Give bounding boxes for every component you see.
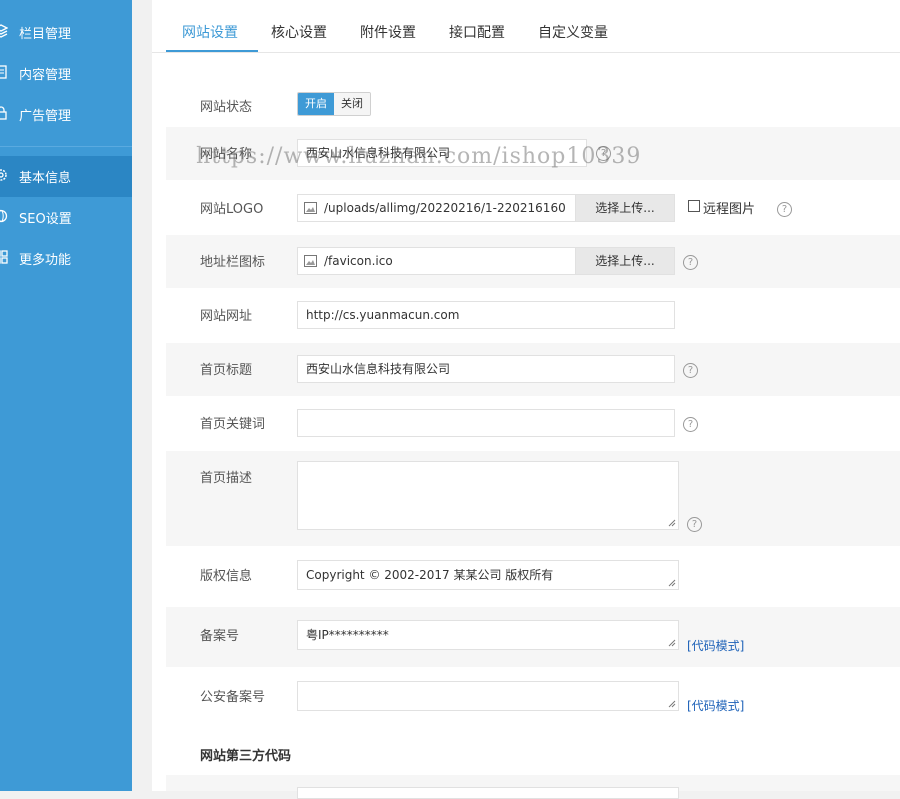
tab-active-indicator [166,50,258,52]
row-home-title: 首页标题 西安山水信息科技有限公司 ? [166,343,900,396]
sidebar-item-seo[interactable]: SEO设置 [0,197,132,238]
favicon-label: 地址栏图标 [200,255,266,270]
resize-grip-icon[interactable] [668,519,676,527]
lock-icon [0,106,7,120]
row-icp: 备案号 粤IP********** [代码模式] [166,607,900,667]
sidebar: 栏目管理 内容管理 广告管理 基本信息 SEO设置 更多功能 [0,0,132,791]
main-panel: 网站设置 核心设置 附件设置 接口配置 自定义变量 网站状态 开启 关闭 网站名… [152,0,900,799]
logo-upload-field[interactable]: /uploads/allimg/20220216/1-220216160 选择上… [297,194,675,222]
sidebar-item-label: SEO设置 [19,212,72,227]
row-third-party-heading: 网站第三方代码 [166,728,900,774]
home-keywords-input[interactable] [297,409,675,437]
logo-upload-button[interactable]: 选择上传... [575,195,674,221]
police-record-textarea[interactable] [297,681,679,711]
help-icon[interactable]: ? [683,255,698,270]
globe-icon [0,209,8,223]
police-code-mode-link[interactable]: [代码模式] [687,697,744,714]
tab-api-config[interactable]: 接口配置 [449,22,505,42]
site-url-label: 网站网址 [200,309,253,324]
row-favicon: 地址栏图标 /favicon.ico 选择上传... ? [166,235,900,288]
sidebar-item-label: 广告管理 [19,109,72,124]
sidebar-item-label: 栏目管理 [19,27,72,42]
help-icon[interactable]: ? [596,146,611,161]
icp-textarea[interactable]: 粤IP********** [297,620,679,650]
remote-image-label: 远程图片 [703,202,756,217]
toggle-off-option[interactable]: 关闭 [334,93,370,115]
remote-image-checkbox[interactable] [688,200,700,212]
site-logo-label: 网站LOGO [200,202,264,217]
sidebar-item-basic-info[interactable]: 基本信息 [0,156,132,197]
resize-grip-icon[interactable] [668,700,676,708]
site-status-toggle[interactable]: 开启 关闭 [297,92,371,116]
row-third-party-field [166,775,900,799]
icp-code-mode-link[interactable]: [代码模式] [687,637,744,654]
row-site-name: 网站名称 西安山水信息科技有限公司 ? [166,127,900,180]
row-police-record: 公安备案号 [代码模式] [166,668,900,727]
sidebar-divider [0,146,132,147]
layers-icon [0,24,8,38]
resize-grip-icon[interactable] [668,639,676,647]
police-record-label: 公安备案号 [200,690,266,705]
tab-attachment-settings[interactable]: 附件设置 [360,22,416,42]
row-home-description: 首页描述 ? [166,451,900,546]
copyright-textarea[interactable]: Copyright © 2002-2017 某某公司 版权所有 [297,560,679,590]
tab-core-settings[interactable]: 核心设置 [271,22,327,42]
help-icon[interactable]: ? [687,517,702,532]
favicon-path-value: /favicon.ico [324,254,393,268]
tab-site-settings[interactable]: 网站设置 [182,22,238,42]
home-title-label: 首页标题 [200,363,253,378]
sidebar-item-label: 基本信息 [19,171,72,186]
row-copyright: 版权信息 Copyright © 2002-2017 某某公司 版权所有 [166,547,900,606]
image-icon [304,202,317,214]
icp-label: 备案号 [200,629,240,644]
document-icon [0,65,7,79]
row-site-url: 网站网址 http://cs.yuanmacun.com [166,289,900,342]
sidebar-item-more[interactable]: 更多功能 [0,238,132,279]
copyright-label: 版权信息 [200,569,253,584]
grid-icon [0,250,8,264]
home-keywords-label: 首页关键词 [200,417,266,432]
tab-custom-variables[interactable]: 自定义变量 [538,22,608,42]
gear-icon [0,169,7,181]
image-icon [304,255,317,267]
tab-bar: 网站设置 核心设置 附件设置 接口配置 自定义变量 [152,0,900,53]
home-description-label: 首页描述 [200,471,253,486]
row-home-keywords: 首页关键词 ? [166,397,900,450]
sidebar-item-label: 更多功能 [19,253,72,268]
site-url-input[interactable]: http://cs.yuanmacun.com [297,301,675,329]
logo-path-value: /uploads/allimg/20220216/1-220216160 [324,201,566,215]
row-site-status: 网站状态 开启 关闭 [166,74,900,126]
copyright-value: Copyright © 2002-2017 某某公司 版权所有 [306,568,554,582]
site-status-label: 网站状态 [200,100,253,115]
sidebar-item-label: 内容管理 [19,68,72,83]
sidebar-item-content[interactable]: 内容管理 [0,53,132,94]
favicon-upload-field[interactable]: /favicon.ico 选择上传... [297,247,675,275]
third-party-code-textarea[interactable] [297,787,679,799]
help-icon[interactable]: ? [683,417,698,432]
help-icon[interactable]: ? [777,202,792,217]
sidebar-item-columns[interactable]: 栏目管理 [0,12,132,53]
toggle-on-option[interactable]: 开启 [298,93,334,115]
resize-grip-icon[interactable] [668,579,676,587]
row-site-logo: 网站LOGO /uploads/allimg/20220216/1-220216… [166,181,900,234]
third-party-code-heading: 网站第三方代码 [200,749,292,764]
home-description-textarea[interactable] [297,461,679,530]
favicon-upload-button[interactable]: 选择上传... [575,248,674,274]
icp-value: 粤IP********** [306,628,389,642]
site-name-input[interactable]: 西安山水信息科技有限公司 [297,139,587,167]
site-name-label: 网站名称 [200,147,253,162]
help-icon[interactable]: ? [683,363,698,378]
home-title-input[interactable]: 西安山水信息科技有限公司 [297,355,675,383]
sidebar-item-ads[interactable]: 广告管理 [0,94,132,135]
